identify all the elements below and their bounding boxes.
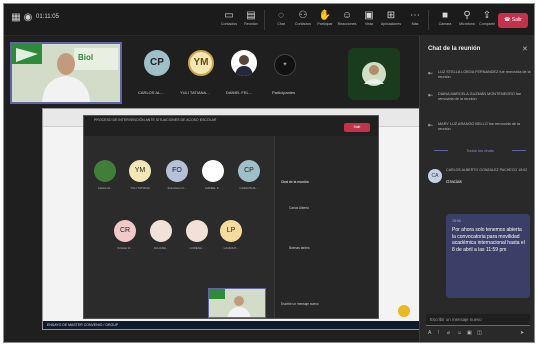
teams-meeting-window: ▦ ◉ 01:11:05 ▭ Contactos ▤ Reunión ◌ Chat ⚇… <box>3 3 535 343</box>
share-icon: ⇪ <box>482 10 492 21</box>
windows-taskbar: ENSAYO DE MASTER CONVENIO / GROUP <box>43 321 421 329</box>
sticker-icon[interactable]: ◫ <box>477 330 482 336</box>
participant-name: DANIEL FEL... <box>226 90 253 95</box>
participant-tile-right[interactable] <box>348 48 400 100</box>
inner-avatar <box>150 220 172 242</box>
close-icon[interactable]: ✕ <box>522 45 528 53</box>
own-message-bubble: 15:06 Por ahora solo tenemos abierta la … <box>446 214 530 298</box>
compose-message-input[interactable]: Escribir un mensaje nuevo <box>426 314 530 326</box>
more-icon: ⋯ <box>410 10 420 21</box>
note-icon: ▤ <box>246 10 256 21</box>
speaker-video-frame: Biol <box>12 44 120 102</box>
participant-avatar-photo[interactable] <box>231 50 257 76</box>
toolbar-item-2[interactable]: ▤ Reunión <box>238 9 264 33</box>
active-speaker-video[interactable]: Biol <box>10 42 122 104</box>
meeting-toolbar: ▦ ◉ 01:11:05 ▭ Contactos ▤ Reunión ◌ Chat ⚇… <box>4 4 534 36</box>
grid-icon[interactable]: ▦ <box>10 12 22 24</box>
participant-photo-icon <box>362 62 386 86</box>
participants-label: Participantes <box>272 90 296 95</box>
person-photo-icon <box>235 55 253 76</box>
svg-text:Biol: Biol <box>78 53 93 62</box>
leave-button[interactable]: ☎ Salir <box>498 13 528 28</box>
own-message-text: Por ahora solo tenemos abierta la convoc… <box>452 227 525 253</box>
participant-name: YULI TATIANA... <box>180 90 210 95</box>
meeting-timer: 01:11:05 <box>36 14 59 20</box>
inner-avatar <box>202 160 224 182</box>
shield-icon: ◉ <box>23 12 33 23</box>
own-message-time: 15:06 <box>452 219 461 223</box>
gif-icon[interactable]: ▣ <box>467 330 472 336</box>
inner-avatar: YM <box>129 160 151 182</box>
share-button[interactable]: ⇪ Compartir <box>474 9 500 33</box>
attach-icon[interactable]: ⌀ <box>447 330 450 336</box>
format-icon[interactable]: A <box>428 330 431 336</box>
meeting-chat-panel: Chat de la reunión ✕ ⇤ LUZ STELLA LOBOA … <box>419 36 534 342</box>
message-body: Gracias <box>446 179 462 184</box>
important-icon[interactable]: ! <box>438 330 439 336</box>
inner-toolbar: PROCESO DE INTERVENCIÓN ANTE SITUACIONES… <box>84 116 378 136</box>
shared-screen: PROCESO DE INTERVENCIÓN ANTE SITUACIONES… <box>42 108 422 330</box>
avatar: CA <box>428 169 442 183</box>
toolbar-item-more[interactable]: ⋯ Más <box>402 9 428 33</box>
inner-leave-button: Salir <box>344 123 370 132</box>
participants-overflow[interactable]: + <box>274 54 296 76</box>
floating-button-icon <box>398 305 410 317</box>
participant-avatar-cp[interactable]: CP <box>144 50 170 76</box>
show-more-link[interactable]: Todos los chats <box>434 148 526 153</box>
inner-video-frame <box>209 289 265 317</box>
inner-speaker-video <box>208 288 266 318</box>
person-removed-icon: ⇤ <box>428 93 434 99</box>
inner-title: PROCESO DE INTERVENCIÓN ANTE SITUACIONES… <box>94 118 217 122</box>
send-icon[interactable]: ➤ <box>520 330 524 336</box>
inner-avatar <box>186 220 208 242</box>
emoji-icon[interactable]: ☺ <box>457 330 462 336</box>
grid-icon: ⊞ <box>386 10 396 21</box>
person-removed-icon: ⇤ <box>428 71 434 77</box>
message-sender: CARLOS ALBERTO GONZALEZ PACHECO 15:02 <box>446 168 528 172</box>
inner-chat-panel: Chat de la reunión Carlos Alberto Buenas… <box>274 136 378 318</box>
toolbar-item-apps[interactable]: ⊞ Aplicaciones <box>378 9 404 33</box>
inner-avatar: LP <box>220 220 242 242</box>
inner-avatar: FO <box>166 160 188 182</box>
person-removed-icon: ⇤ <box>428 123 434 129</box>
inner-avatar: CR <box>114 220 136 242</box>
participant-name: CARLOS AL... <box>138 90 164 95</box>
participant-avatar-ym[interactable]: YM <box>188 50 214 76</box>
inner-avatar <box>94 160 116 182</box>
chat-title: Chat de la reunión <box>428 46 481 52</box>
compose-toolbar: A ! ⌀ ☺ ▣ ◫ ➤ <box>428 330 532 338</box>
inner-teams-window: PROCESO DE INTERVENCIÓN ANTE SITUACIONES… <box>83 115 379 319</box>
inner-avatar: CP <box>238 160 260 182</box>
